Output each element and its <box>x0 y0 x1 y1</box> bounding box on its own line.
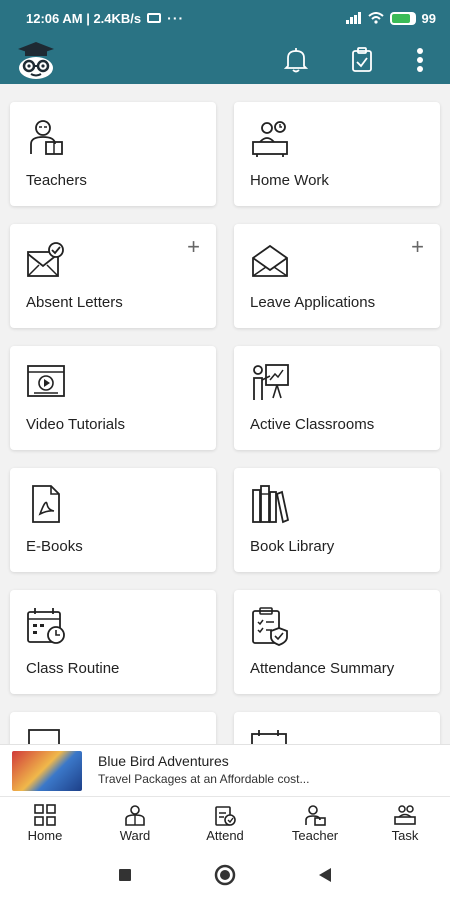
routine-calendar-icon <box>27 608 65 644</box>
nav-label: Home <box>27 828 63 843</box>
nav-label: Task <box>391 828 419 843</box>
nav-label: Teacher <box>291 828 339 843</box>
system-navigation-bar <box>0 850 450 900</box>
nav-task[interactable]: Task <box>360 797 450 850</box>
card-label: Attendance Summary <box>250 660 395 677</box>
card-label: Home Work <box>250 172 329 189</box>
message-icon <box>147 13 162 23</box>
attendance-clipboard-icon <box>252 607 288 646</box>
card-label: E-Books <box>26 538 83 555</box>
card-video-tutorials[interactable]: Video Tutorials <box>10 346 216 450</box>
card-partial-left[interactable] <box>10 712 216 744</box>
ad-title: Blue Bird Adventures <box>98 753 229 769</box>
card-label: Video Tutorials <box>26 416 125 433</box>
back-triangle-icon <box>319 868 331 882</box>
card-e-books[interactable]: E-Books <box>10 468 216 572</box>
overflow-menu-button[interactable] <box>404 44 436 76</box>
teacher-nav-icon <box>305 805 326 826</box>
back-button[interactable] <box>311 861 339 889</box>
more-vertical-icon <box>417 48 423 72</box>
status-bar: 12:06 AM | 2.4KB/s ··· 99 <box>0 0 450 36</box>
clipboard-check-icon <box>352 47 372 72</box>
card-label: Book Library <box>250 538 335 555</box>
more-notifications-icon: ··· <box>167 10 185 26</box>
recent-apps-button[interactable] <box>111 861 139 889</box>
signal-icon <box>345 12 361 24</box>
card-teachers[interactable]: Teachers <box>10 102 216 206</box>
square-icon <box>119 869 131 881</box>
add-leave-application-button[interactable]: + <box>411 236 424 258</box>
card-label: Class Routine <box>26 660 120 677</box>
card-class-routine[interactable]: Class Routine <box>10 590 216 694</box>
card-book-library[interactable]: Book Library <box>234 468 440 572</box>
card-label: Active Classrooms <box>250 416 375 433</box>
card-partial-right[interactable] <box>234 712 440 744</box>
absent-letter-icon <box>27 242 64 277</box>
card-leave-applications[interactable]: + Leave Applications <box>234 224 440 328</box>
app-bar <box>0 36 450 84</box>
ward-icon <box>125 805 145 826</box>
nav-label: Attend <box>206 828 244 843</box>
nav-home[interactable]: Home <box>0 797 90 850</box>
wifi-icon <box>367 12 384 24</box>
nav-attend[interactable]: Attend <box>180 797 270 850</box>
home-grid-icon <box>34 804 56 826</box>
homework-icon <box>252 121 288 157</box>
card-label: Absent Letters <box>26 294 123 311</box>
calendar-icon <box>251 730 287 744</box>
card-active-classrooms[interactable]: Active Classrooms <box>234 346 440 450</box>
nav-label: Ward <box>119 828 151 843</box>
status-time: 12:06 AM | 2.4KB/s <box>26 10 142 26</box>
books-icon <box>252 485 290 524</box>
task-icon <box>394 805 416 825</box>
app-logo-icon <box>18 42 54 79</box>
bell-icon <box>284 48 308 73</box>
card-attendance-summary[interactable]: Attendance Summary <box>234 590 440 694</box>
circle-icon <box>214 864 236 886</box>
classroom-icon <box>253 364 289 400</box>
ad-subtitle: Travel Packages at an Affordable cost... <box>98 772 310 786</box>
battery-icon <box>389 11 416 25</box>
notifications-button[interactable] <box>280 44 312 76</box>
card-home-work[interactable]: Home Work <box>234 102 440 206</box>
home-button[interactable] <box>211 861 239 889</box>
nav-teacher[interactable]: Teacher <box>270 797 360 850</box>
ad-banner[interactable]: Blue Bird Adventures Travel Packages at … <box>0 744 450 796</box>
card-label: Leave Applications <box>250 294 376 311</box>
dashboard-grid: Teachers Home Work + Absent Letters + Le… <box>0 84 450 744</box>
nav-ward[interactable]: Ward <box>90 797 180 850</box>
leave-application-icon <box>252 244 288 277</box>
attend-icon <box>215 806 236 826</box>
pdf-icon <box>32 485 60 523</box>
test-paper-icon <box>28 729 60 744</box>
ad-image <box>12 751 82 791</box>
battery-level: 99 <box>421 10 436 26</box>
video-tutorial-icon <box>27 365 65 397</box>
bottom-navigation: Home Ward Attend Teacher Task <box>0 796 450 850</box>
card-label: Teachers <box>26 172 87 189</box>
tasks-clipboard-button[interactable] <box>346 44 378 76</box>
add-absent-letter-button[interactable]: + <box>187 236 200 258</box>
teacher-icon <box>30 120 63 155</box>
card-absent-letters[interactable]: + Absent Letters <box>10 224 216 328</box>
